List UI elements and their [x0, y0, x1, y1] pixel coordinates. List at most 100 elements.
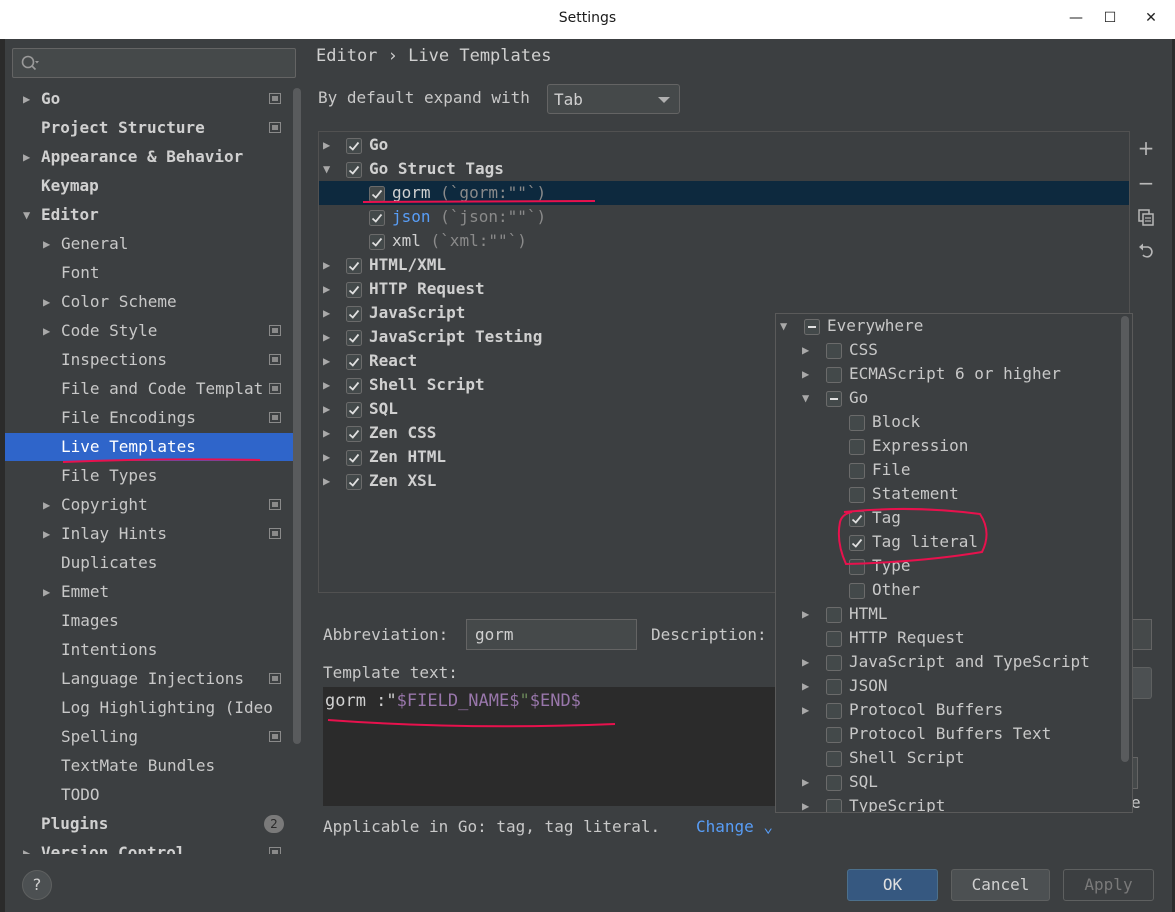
context-checkbox[interactable]	[849, 510, 865, 527]
change-contexts-link[interactable]: Change ⌄	[696, 817, 773, 836]
sidebar-item[interactable]: Live Templates	[5, 433, 295, 461]
chevron-right-icon[interactable]: ▶	[323, 133, 330, 157]
chevron-right-icon[interactable]: ▶	[43, 491, 57, 519]
sidebar-item[interactable]: ▶ Version Control	[5, 839, 295, 854]
sidebar-item[interactable]: TextMate Bundles	[5, 752, 295, 780]
chevron-right-icon[interactable]: ▶	[323, 445, 330, 469]
context-checkbox[interactable]	[849, 462, 865, 479]
context-item[interactable]: ▶ JavaScript and TypeScript	[776, 650, 1121, 674]
template-checkbox[interactable]	[346, 329, 362, 346]
sidebar-item[interactable]: Images	[5, 607, 295, 635]
template-checkbox[interactable]	[369, 233, 385, 250]
template-checkbox[interactable]	[369, 185, 385, 202]
context-checkbox[interactable]	[849, 438, 865, 455]
template-checkbox[interactable]	[346, 377, 362, 394]
close-icon[interactable]: ✕	[1141, 8, 1161, 28]
sidebar-scrollbar[interactable]	[293, 88, 301, 744]
context-checkbox[interactable]	[826, 678, 842, 695]
chevron-right-icon[interactable]: ▶	[323, 373, 330, 397]
context-item[interactable]: ▶ HTML	[776, 602, 1121, 626]
template-checkbox[interactable]	[346, 161, 362, 178]
context-checkbox[interactable]	[849, 414, 865, 431]
chevron-right-icon[interactable]: ▶	[802, 650, 809, 674]
context-checkbox[interactable]	[826, 798, 842, 812]
context-checkbox[interactable]	[826, 342, 842, 359]
cancel-button[interactable]: Cancel	[951, 869, 1050, 901]
context-checkbox[interactable]	[849, 582, 865, 599]
sidebar-item[interactable]: ▶ Color Scheme	[5, 288, 295, 316]
context-item[interactable]: Tag literal	[776, 530, 1121, 554]
context-item[interactable]: Shell Script	[776, 746, 1121, 770]
sidebar-item[interactable]: ▶ Copyright	[5, 491, 295, 519]
template-checkbox[interactable]	[346, 281, 362, 298]
chevron-right-icon[interactable]: ▶	[43, 288, 57, 316]
sidebar-item[interactable]: ▶ General	[5, 230, 295, 258]
chevron-right-icon[interactable]: ▶	[43, 230, 57, 258]
chevron-right-icon[interactable]: ▶	[323, 349, 330, 373]
expand-with-select[interactable]: Tab	[547, 84, 680, 114]
sidebar-item[interactable]: File Types	[5, 462, 295, 490]
help-button[interactable]: ?	[22, 870, 52, 900]
chevron-right-icon[interactable]: ▶	[802, 338, 809, 362]
template-row[interactable]: xml (`xml:""`)	[319, 229, 1129, 253]
chevron-right-icon[interactable]: ▶	[23, 85, 37, 113]
template-row[interactable]: json (`json:""`)	[319, 205, 1129, 229]
context-item[interactable]: ▶ SQL	[776, 770, 1121, 794]
chevron-down-icon[interactable]: ▼	[23, 201, 37, 229]
sidebar-item[interactable]: TODO	[5, 781, 295, 809]
chevron-right-icon[interactable]: ▶	[323, 421, 330, 445]
context-checkbox[interactable]	[826, 702, 842, 719]
chevron-right-icon[interactable]: ▶	[323, 397, 330, 421]
context-item[interactable]: Block	[776, 410, 1121, 434]
ok-button[interactable]: OK	[847, 869, 938, 901]
sidebar-item[interactable]: Language Injections	[5, 665, 295, 693]
template-group-row[interactable]: ▶ HTML/XML	[319, 253, 1129, 277]
template-checkbox[interactable]	[346, 449, 362, 466]
description-input[interactable]	[1130, 619, 1152, 650]
chevron-down-icon[interactable]: ▼	[780, 314, 787, 338]
template-checkbox[interactable]	[346, 257, 362, 274]
context-checkbox[interactable]	[826, 774, 842, 791]
context-item[interactable]: HTTP Request	[776, 626, 1121, 650]
context-item[interactable]: File	[776, 458, 1121, 482]
sidebar-item[interactable]: Intentions	[5, 636, 295, 664]
template-checkbox[interactable]	[346, 353, 362, 370]
sidebar-item[interactable]: ▶ Inlay Hints	[5, 520, 295, 548]
chevron-right-icon[interactable]: ▶	[23, 839, 37, 854]
sidebar-item[interactable]: ▶ Go	[5, 85, 295, 113]
sidebar-item[interactable]: ▶ Emmet	[5, 578, 295, 606]
template-checkbox[interactable]	[346, 305, 362, 322]
template-checkbox[interactable]	[346, 425, 362, 442]
chevron-right-icon[interactable]: ▶	[802, 794, 809, 812]
context-checkbox[interactable]	[826, 366, 842, 383]
chevron-down-icon[interactable]: ▼	[323, 157, 330, 181]
popup-scrollbar[interactable]	[1121, 316, 1129, 762]
context-checkbox[interactable]	[826, 630, 842, 647]
context-item[interactable]: Other	[776, 578, 1121, 602]
context-item[interactable]: Tag	[776, 506, 1121, 530]
chevron-right-icon[interactable]: ▶	[43, 317, 57, 345]
chevron-right-icon[interactable]: ▶	[802, 362, 809, 386]
context-item[interactable]: Protocol Buffers Text	[776, 722, 1121, 746]
copy-icon[interactable]	[1132, 203, 1160, 231]
context-checkbox[interactable]	[826, 606, 842, 623]
context-checkbox[interactable]	[826, 726, 842, 743]
minimize-icon[interactable]: —	[1066, 8, 1086, 28]
context-checkbox[interactable]	[804, 318, 820, 335]
template-group-row[interactable]: ▼ Go Struct Tags	[319, 157, 1129, 181]
template-checkbox[interactable]	[346, 473, 362, 490]
context-item[interactable]: ▶ Protocol Buffers	[776, 698, 1121, 722]
template-text-editor[interactable]: gorm :"$FIELD_NAME$"$END$	[323, 687, 775, 806]
sidebar-item[interactable]: Inspections	[5, 346, 295, 374]
sidebar-item[interactable]: ▶ Appearance & Behavior	[5, 143, 295, 171]
remove-icon[interactable]: −	[1132, 169, 1160, 197]
sidebar-item[interactable]: Log Highlighting (Ideo	[5, 694, 295, 722]
chevron-right-icon[interactable]: ▶	[43, 578, 57, 606]
sidebar-item[interactable]: Duplicates	[5, 549, 295, 577]
chevron-right-icon[interactable]: ▶	[802, 770, 809, 794]
chevron-right-icon[interactable]: ▶	[323, 469, 330, 493]
context-item[interactable]: Statement	[776, 482, 1121, 506]
chevron-right-icon[interactable]: ▶	[323, 325, 330, 349]
context-item[interactable]: ▼ Everywhere	[776, 314, 1121, 338]
chevron-right-icon[interactable]: ▶	[802, 674, 809, 698]
